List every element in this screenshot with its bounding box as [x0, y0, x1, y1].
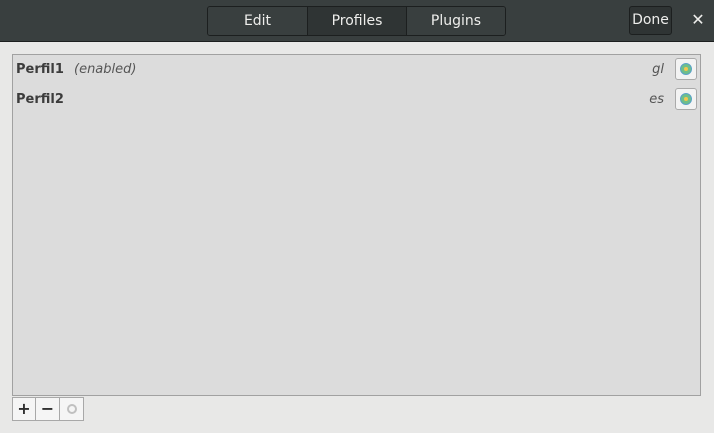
profile-row-perfil1[interactable]: Perfil1 (enabled) gl — [13, 55, 700, 85]
done-button[interactable]: Done — [629, 6, 672, 35]
profile-name: Perfil1 — [16, 62, 64, 77]
tab-profiles[interactable]: Profiles — [307, 7, 406, 35]
profiles-list[interactable]: Perfil1 (enabled) gl Perfil2 es — [12, 54, 701, 396]
add-profile-button[interactable]: + — [12, 397, 36, 421]
close-icon[interactable]: ✕ — [688, 10, 708, 30]
header-bar: Edit Profiles Plugins Done ✕ — [0, 0, 714, 42]
profile-status-icon — [680, 93, 692, 105]
list-toolbar: + − — [12, 397, 84, 421]
profile-status: (enabled) — [74, 62, 137, 77]
profile-status-button[interactable] — [675, 58, 697, 80]
remove-profile-button[interactable]: − — [36, 397, 60, 421]
tab-plugins[interactable]: Plugins — [406, 7, 505, 35]
profile-status-button[interactable] — [675, 88, 697, 110]
profile-name: Perfil2 — [16, 92, 64, 107]
profile-status-icon — [680, 63, 692, 75]
profile-language: es — [649, 92, 664, 107]
configure-icon — [66, 404, 77, 414]
profile-language: gl — [652, 62, 664, 77]
configure-profile-button[interactable] — [60, 397, 84, 421]
tab-edit[interactable]: Edit — [208, 7, 307, 35]
view-switcher: Edit Profiles Plugins — [207, 6, 506, 36]
profile-row-perfil2[interactable]: Perfil2 es — [13, 85, 700, 115]
